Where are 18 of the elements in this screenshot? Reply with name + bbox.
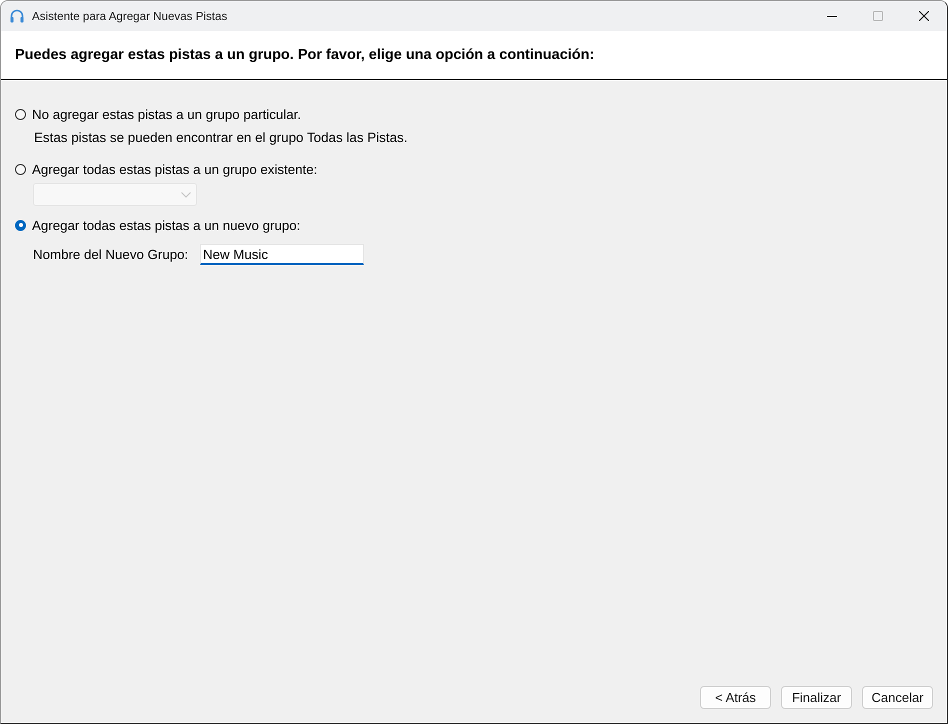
maximize-icon xyxy=(873,11,883,21)
option-note: Estas pistas se pueden encontrar en el grupo Todas las Pistas. xyxy=(34,130,408,145)
window-title: Asistente para Agregar Nuevas Pistas xyxy=(32,10,228,22)
radio-button[interactable] xyxy=(15,164,26,174)
wizard-button[interactable]: < Atrás xyxy=(700,686,771,709)
radio-button[interactable] xyxy=(15,220,26,230)
group-name-field[interactable]: New Music xyxy=(200,244,364,265)
wizard-button[interactable]: Finalizar xyxy=(781,686,852,709)
close-icon xyxy=(919,11,929,21)
option-label[interactable]: Agregar todas estas pistas a un grupo existente: xyxy=(32,162,318,176)
instruction-text: Puedes agregar estas pistas a un grupo. Por favor, elige una opción a continuación: xyxy=(15,47,594,63)
chevron-down-icon xyxy=(181,192,191,198)
wizard-button[interactable]: Cancelar xyxy=(862,686,933,709)
radio-button[interactable] xyxy=(15,108,26,120)
headphones-icon xyxy=(9,8,25,24)
option-label[interactable]: No agregar estas pistas a un grupo particular. xyxy=(32,106,302,122)
field-label: Nombre del Nuevo Grupo: xyxy=(33,247,190,262)
option-label[interactable]: Agregar todas estas pistas a un nuevo grupo: xyxy=(32,218,300,232)
